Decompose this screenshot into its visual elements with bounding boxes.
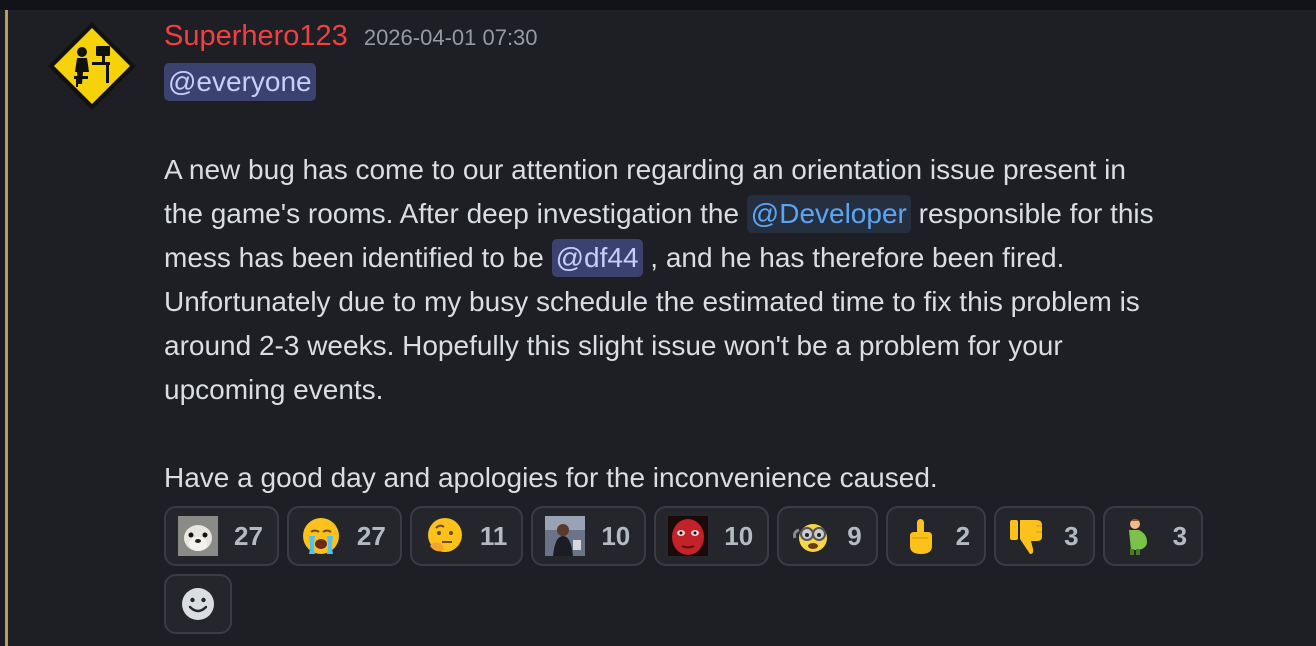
reaction-count: 3 xyxy=(1172,520,1188,551)
reactions-bar: 27 27 11 10 10 9 2 3 3 xyxy=(164,506,1204,634)
reaction-count: 9 xyxy=(847,520,862,551)
smiley-icon xyxy=(182,588,214,620)
reaction-button[interactable]: 11 xyxy=(409,506,524,566)
pregnant-man-icon xyxy=(1128,519,1147,555)
message-text: , and he has therefore been fired. xyxy=(642,242,1065,273)
reaction-button[interactable]: 10 xyxy=(654,506,770,566)
reaction-button[interactable]: 27 xyxy=(286,506,402,566)
seal-icon xyxy=(178,516,218,556)
reaction-count: 10 xyxy=(601,520,631,551)
message-header: Superhero123 2026-04-01 07:30 xyxy=(164,20,538,54)
crying-face-icon xyxy=(302,518,339,554)
reaction-button[interactable]: 9 xyxy=(777,506,878,566)
message-text: upcoming events. xyxy=(164,374,384,405)
red-face-icon xyxy=(668,516,709,556)
top-bar xyxy=(0,0,1316,10)
reaction-button[interactable]: 27 xyxy=(164,506,279,566)
avatar[interactable] xyxy=(44,18,140,114)
reaction-count: 2 xyxy=(955,520,971,551)
author-name[interactable]: Superhero123 xyxy=(164,20,348,53)
reaction-count: 27 xyxy=(234,520,263,551)
add-reaction-button[interactable] xyxy=(164,574,232,634)
message-text: A new bug has come to our attention rega… xyxy=(164,154,1126,185)
thinking-face-icon xyxy=(427,518,462,552)
message-text: Unfortunately due to my busy schedule th… xyxy=(164,286,1140,317)
chat-message: Superhero123 2026-04-01 07:30 @everyone … xyxy=(8,10,1316,646)
message-text: the game's rooms. After deep investigati… xyxy=(164,198,747,229)
message-text: mess has been identified to be xyxy=(164,242,552,273)
message-text: responsible for this xyxy=(910,198,1154,229)
reaction-count: 27 xyxy=(356,520,386,551)
reaction-count: 3 xyxy=(1064,520,1079,551)
message-paragraph: A new bug has come to our attention rega… xyxy=(164,148,1284,412)
message-timestamp[interactable]: 2026-04-01 07:30 xyxy=(364,25,538,51)
user-mention-df44[interactable]: @df44 xyxy=(551,239,643,277)
message-text: around 2-3 weeks. Hopefully this slight … xyxy=(164,330,1063,361)
man-photo-icon xyxy=(545,516,586,556)
reaction-button[interactable]: 3 xyxy=(994,506,1095,566)
reaction-count: 10 xyxy=(724,520,754,551)
reaction-button[interactable]: 2 xyxy=(885,506,987,566)
middle-finger-icon xyxy=(909,519,932,554)
tired-minion-icon xyxy=(793,524,828,552)
thumbs-down-icon xyxy=(1010,520,1043,554)
reaction-button[interactable]: 10 xyxy=(531,506,647,566)
message-text: Have a good day and apologies for the in… xyxy=(164,462,938,493)
reaction-count: 11 xyxy=(479,520,508,551)
role-mention-developer[interactable]: @Developer xyxy=(746,195,911,233)
reaction-button[interactable]: 3 xyxy=(1102,506,1204,566)
everyone-mention[interactable]: @everyone xyxy=(164,63,316,101)
message-content: @everyone A new bug has come to our atte… xyxy=(164,60,1284,500)
